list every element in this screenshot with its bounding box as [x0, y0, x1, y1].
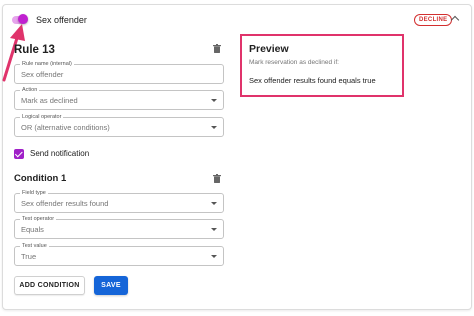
delete-condition-trash-icon[interactable] [213, 174, 221, 183]
logical-operator-value: OR (alternative conditions) [21, 123, 110, 132]
test-operator-value: Equals [21, 225, 44, 234]
decline-badge: DECLINE [414, 14, 453, 26]
dropdown-caret-icon [211, 228, 217, 231]
field-type-label: Field type [20, 189, 48, 197]
dropdown-caret-icon [211, 202, 217, 205]
test-operator-label: Test operator [20, 215, 57, 223]
preview-panel: Preview Mark reservation as declined if:… [240, 34, 404, 97]
rule-name-label: Rule name (internal) [20, 60, 74, 68]
save-button[interactable]: SAVE [94, 276, 128, 295]
action-select[interactable]: Action Mark as declined [14, 86, 224, 110]
logical-operator-label: Logical operator [20, 113, 64, 121]
add-condition-button[interactable]: ADD CONDITION [14, 276, 85, 295]
preview-title: Preview [249, 43, 289, 55]
delete-rule-trash-icon[interactable] [213, 44, 221, 53]
preview-result: Sex offender results found equals true [249, 76, 376, 85]
dropdown-caret-icon [211, 126, 217, 129]
field-type-select[interactable]: Field type Sex offender results found [14, 189, 224, 213]
test-value-label: Test value [20, 242, 49, 250]
field-type-value: Sex offender results found [21, 199, 109, 208]
condition-title: Condition 1 [14, 173, 67, 184]
send-notification-label: Send notification [30, 149, 90, 158]
action-label: Action [20, 86, 40, 94]
action-value: Mark as declined [21, 96, 78, 105]
send-notification-checkbox[interactable] [14, 149, 24, 159]
dropdown-caret-icon [211, 255, 217, 258]
test-operator-select[interactable]: Test operator Equals [14, 215, 224, 239]
logical-operator-select[interactable]: Logical operator OR (alternative conditi… [14, 113, 224, 137]
test-value-value: True [21, 252, 37, 261]
dropdown-caret-icon [211, 99, 217, 102]
test-value-select[interactable]: Test value True [14, 242, 224, 266]
rule-name-input[interactable]: Rule name (internal) Sex offender [14, 60, 224, 84]
rule-header-name: Sex offender [36, 15, 87, 25]
rule-title: Rule 13 [14, 44, 55, 56]
rule-name-value: Sex offender [21, 70, 64, 79]
preview-subtitle: Mark reservation as declined if: [249, 59, 339, 66]
